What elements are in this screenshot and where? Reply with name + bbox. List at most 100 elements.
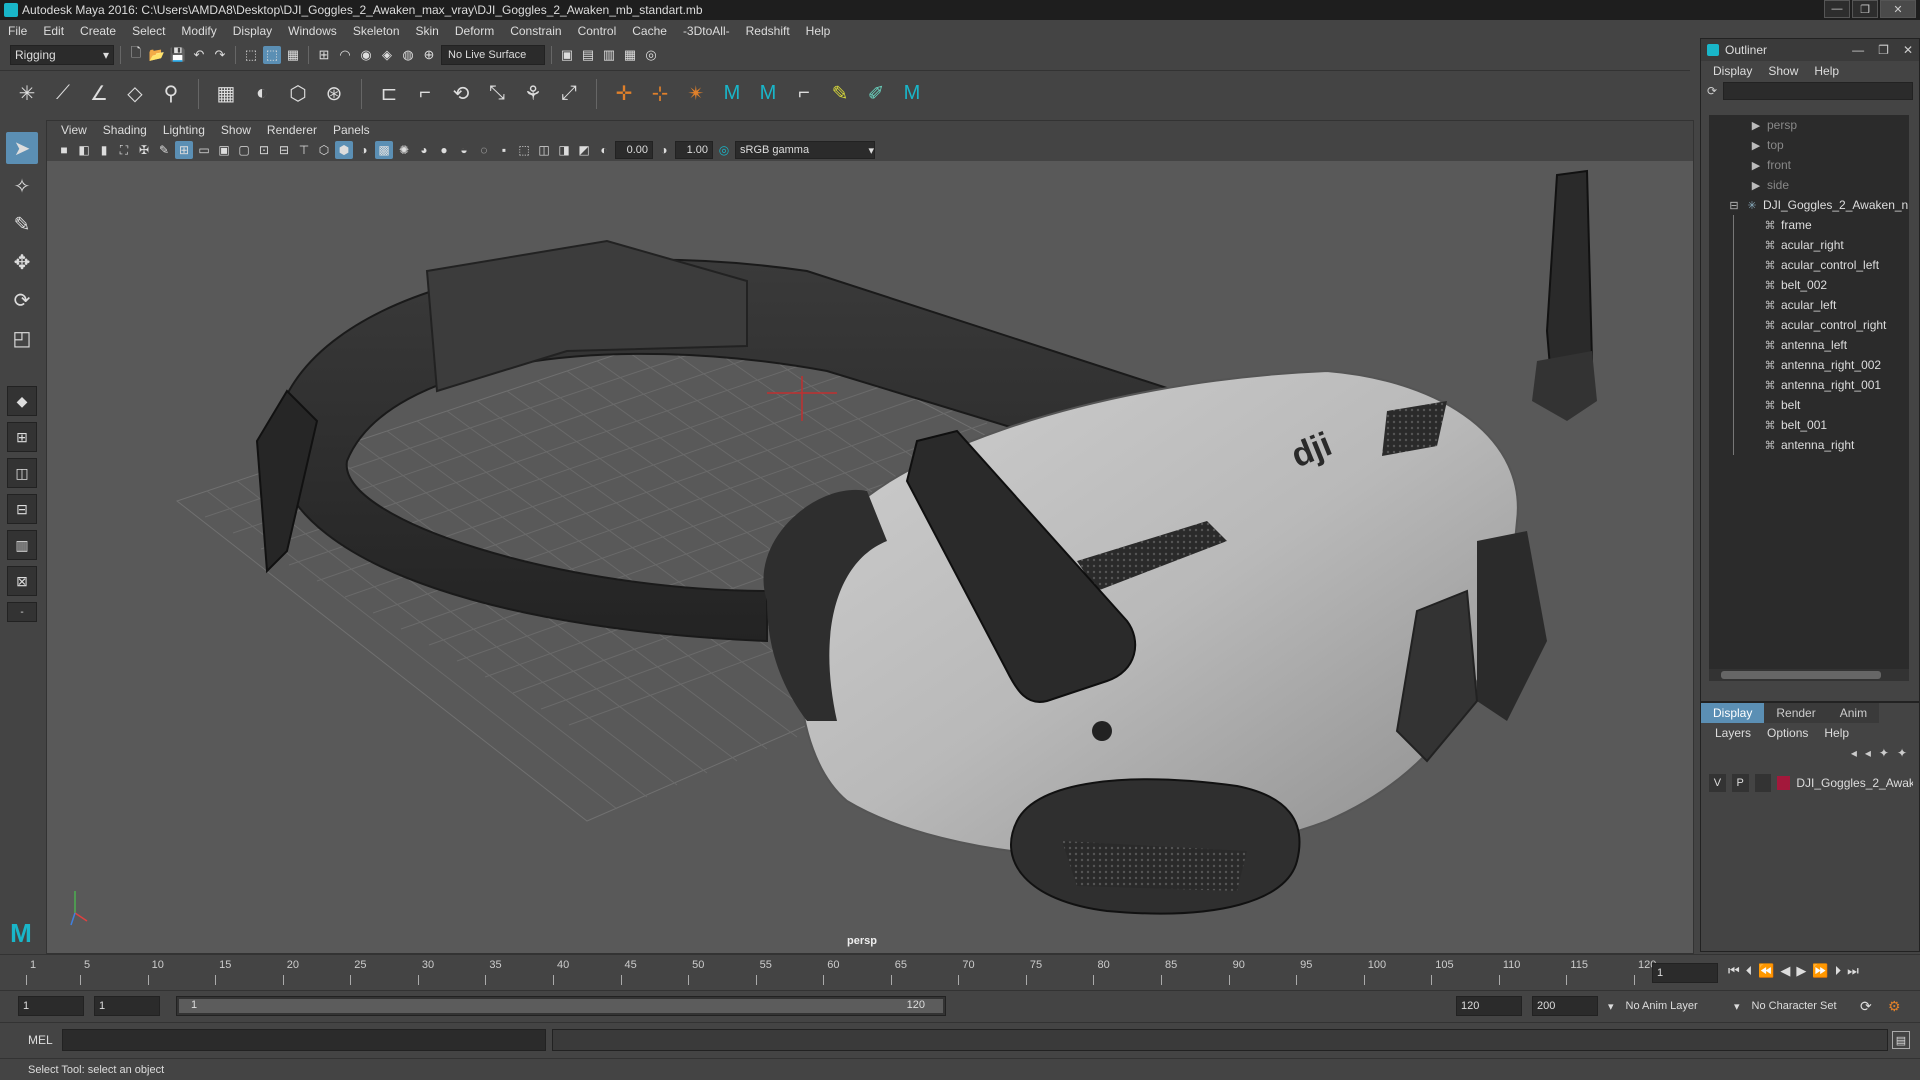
live-surface-field[interactable]: No Live Surface [441,45,545,65]
scale-constraint-icon[interactable]: ⤡ [482,79,512,109]
animation-start-field[interactable]: 1 [18,996,84,1016]
snap-curve-icon[interactable]: ◠ [336,46,354,64]
paint-select-icon[interactable]: ✎ [6,208,38,240]
command-input[interactable] [62,1029,546,1051]
outliner-item-antenna-right-001[interactable]: ⌘ antenna_right_001 [1709,375,1909,395]
refresh-icon[interactable]: ⟳ [1707,84,1717,98]
maximize-icon[interactable]: ❐ [1878,43,1889,57]
outliner-item-belt[interactable]: ⌘ belt [1709,395,1909,415]
joint-tool-icon[interactable]: ✳ [12,79,42,109]
animation-end-field[interactable]: 200 [1532,996,1598,1016]
field-chart-icon[interactable]: ⊡ [255,141,273,159]
undo-icon[interactable]: ↶ [190,46,208,64]
exposure-field[interactable]: 0.00 [615,141,653,159]
tab-render[interactable]: Render [1764,703,1828,723]
xray-joints-icon[interactable]: ◨ [555,141,573,159]
viewport-menu-show[interactable]: Show [213,123,259,137]
select-tool-icon[interactable]: ➤ [6,132,38,164]
playback-end-field[interactable]: 120 [1456,996,1522,1016]
lasso-tool-icon[interactable]: ✧ [6,170,38,202]
script-language-toggle[interactable]: MEL [28,1033,53,1047]
minimize-icon[interactable]: — [1852,43,1864,57]
menu-skin[interactable]: Skin [408,24,447,38]
menu-modify[interactable]: Modify [173,24,224,38]
go-to-end-icon[interactable]: ⏭ [1847,963,1859,979]
xray-icon[interactable]: ◫ [535,141,553,159]
menu-file[interactable]: File [0,24,35,38]
range-bar[interactable]: 1 120 [176,996,946,1016]
point-constraint-icon[interactable]: ⊏ [374,79,404,109]
graph-layout-icon[interactable]: ▥ [7,530,37,560]
anti-aliasing-icon[interactable]: ◌ [475,141,493,159]
camera-select-icon[interactable]: ■ [55,141,73,159]
two-d-pan-icon[interactable]: ✠ [135,141,153,159]
locator-icon[interactable]: ✛ [609,79,639,109]
camera-lock-icon[interactable]: ◧ [75,141,93,159]
tick-icon[interactable]: ⌐ [789,79,819,109]
preferences-icon[interactable]: ⚙ [1888,996,1901,1016]
outliner-item-front[interactable]: ▶ front [1709,155,1909,175]
xray-components-icon[interactable]: ◩ [575,141,593,159]
menu-display[interactable]: Display [225,24,280,38]
depth-of-field-icon[interactable]: ▪ [495,141,513,159]
four-pane-layout-icon[interactable]: ⊞ [7,422,37,452]
single-pane-layout-icon[interactable]: ◆ [7,386,37,416]
ipr-render-icon[interactable]: ▥ [600,46,618,64]
hypershade-layout-icon[interactable]: ⊠ [7,566,37,596]
outliner-item-acular-control-right[interactable]: ⌘ acular_control_right [1709,315,1909,335]
minimize-button[interactable]: — [1824,0,1850,18]
outliner-item-acular-right[interactable]: ⌘ acular_right [1709,235,1909,255]
snap-grid-icon[interactable]: ⊞ [315,46,333,64]
move-layer-down-icon[interactable]: ◂ [1865,746,1871,760]
character-set-dropdown[interactable]: ▾ No Character Set [1734,996,1837,1016]
color-management-icon[interactable]: ◎ [715,141,733,159]
aim-constraint-icon[interactable]: ⌐ [410,79,440,109]
tab-display[interactable]: Display [1701,703,1765,723]
outliner-item-top[interactable]: ▶ top [1709,135,1909,155]
menuset-dropdown[interactable]: Rigging ▾ [10,45,114,65]
more-layouts-icon[interactable]: - [7,602,37,622]
outliner-item-acular-left[interactable]: ⌘ acular_left [1709,295,1909,315]
grease-pencil-icon[interactable]: ✎ [155,141,173,159]
render-view-icon[interactable]: ▦ [621,46,639,64]
save-scene-icon[interactable]: 💾 [169,46,187,64]
playback-start-field[interactable]: 1 [94,996,160,1016]
collapse-icon[interactable]: ⊟ [1727,199,1741,212]
smooth-shade-icon[interactable]: ⬢ [335,141,353,159]
time-slider[interactable]: 1 5 10 15 20 25 30 35 40 45 50 55 60 65 70 75 80 85 90 95 10… [0,954,1920,988]
menu-create[interactable]: Create [72,24,124,38]
outliner-item-side[interactable]: ▶ side [1709,175,1909,195]
wrap-icon[interactable]: ⬡ [283,79,313,109]
maya-m-icon[interactable]: M [897,79,927,109]
outliner-item-root[interactable]: ⊟ ✳ DJI_Goggles_2_Awaken_n [1709,195,1909,215]
outliner-menu-help[interactable]: Help [1814,64,1839,78]
outliner-menu-show[interactable]: Show [1768,64,1798,78]
layer-menu-options[interactable]: Options [1767,726,1808,740]
paint-skin-icon[interactable]: ✐ [861,79,891,109]
menu-cache[interactable]: Cache [624,24,675,38]
outliner-item-antenna-left[interactable]: ⌘ antenna_left [1709,335,1909,355]
move-layer-up-icon[interactable]: ◂ [1851,746,1857,760]
play-forwards-icon[interactable]: ▶ [1796,963,1806,979]
scrollbar-thumb[interactable] [1721,671,1881,679]
lattice-icon[interactable]: ▦ [211,79,241,109]
outliner-item-acular-control-left[interactable]: ⌘ acular_control_left [1709,255,1909,275]
parent-constraint-icon[interactable]: ⚘ [518,79,548,109]
resolution-gate-icon[interactable]: ▣ [215,141,233,159]
menu-select[interactable]: Select [124,24,173,38]
range-bar-fill[interactable] [179,999,943,1013]
make-live-icon[interactable]: ⊕ [420,46,438,64]
step-forward-frame-icon[interactable]: ⏵ [1835,963,1842,979]
safe-action-icon[interactable]: ⊟ [275,141,293,159]
snap-surface-icon[interactable]: ◍ [399,46,417,64]
blend-shape-icon[interactable]: ⊛ [319,79,349,109]
open-scene-icon[interactable]: 📂 [148,46,166,64]
view-transform-dropdown[interactable]: sRGB gamma ▾ [735,141,875,159]
scale-tool-icon[interactable]: ◰ [6,322,38,354]
orient-constraint-icon[interactable]: ⟲ [446,79,476,109]
outliner-item-frame[interactable]: ⌘ frame [1709,215,1909,235]
textured-icon[interactable]: ▩ [375,141,393,159]
image-plane-icon[interactable]: ⛶ [115,141,133,159]
snap-point-icon[interactable]: ◉ [357,46,375,64]
viewport-panel[interactable]: View Shading Lighting Show Renderer Pane… [46,120,1694,954]
